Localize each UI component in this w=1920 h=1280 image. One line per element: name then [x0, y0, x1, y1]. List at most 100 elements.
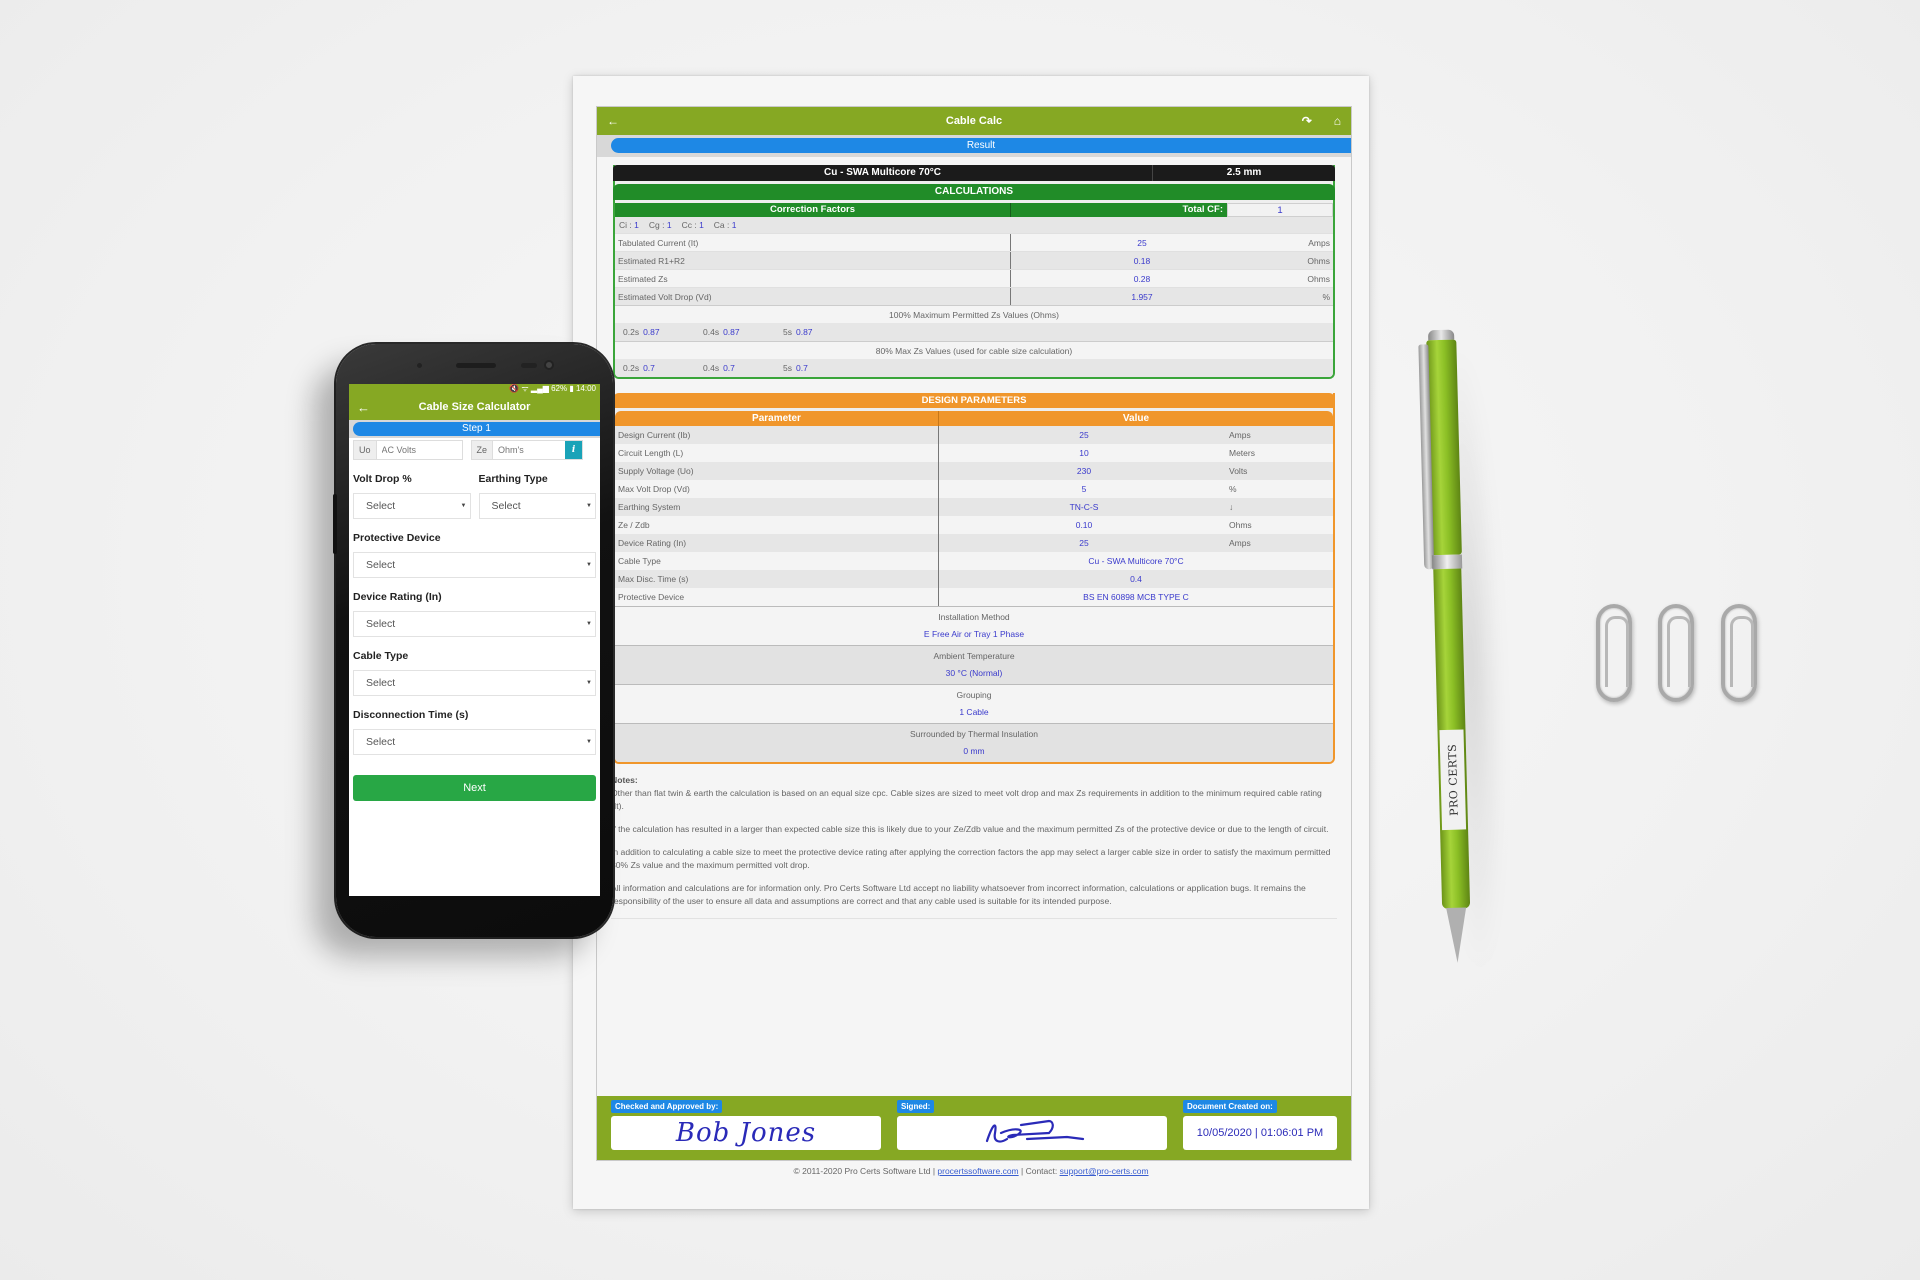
signature-image [985, 1119, 1085, 1143]
design-row-design-current: Design Current (Ib) 25 Amps [615, 426, 1333, 444]
zs80-04s: 0.4s 0.7 [703, 363, 735, 373]
signature-box [897, 1116, 1167, 1150]
email-link[interactable]: support@pro-certs.com [1060, 1166, 1149, 1176]
copyright-text: © 2011-2020 Pro Certs Software Ltd | [793, 1166, 938, 1176]
design-row-supply-voltage: Supply Voltage (Uo) 230 Volts [615, 462, 1333, 480]
design-parameters-panel: DESIGN PARAMETERS Parameter Value Design… [613, 393, 1335, 764]
notes-section: Notes: Other than flat twin & earth the … [611, 774, 1337, 908]
design-row-protective-device: Protective Device BS EN 60898 MCB TYPE C [615, 588, 1333, 606]
phone-screen: 🔇 ᯤ ▂▄▆ 62% ▮ 14:00 ← Cable Size Calcula… [349, 384, 600, 896]
zs100-04s: 0.4s 0.87 [703, 327, 740, 337]
design-row-max-disc-time: Max Disc. Time (s) 0.4 [615, 570, 1333, 588]
calc-row-volt-drop: Estimated Volt Drop (Vd) 1.957 % [615, 287, 1333, 305]
disconnection-time-label: Disconnection Time (s) [353, 709, 469, 721]
chevron-down-icon: ▼ [586, 503, 592, 509]
zs100-title: 100% Maximum Permitted Zs Values (Ohms) [615, 305, 1333, 323]
zs80-02s: 0.2s 0.7 [623, 363, 655, 373]
uo-input[interactable] [376, 441, 462, 459]
note-paragraph: If the calculation has resulted in a lar… [611, 824, 1329, 834]
app-title: Cable Calc [945, 115, 1003, 127]
note-paragraph: Other than flat twin & earth the calcula… [611, 788, 1322, 811]
design-table-header: Parameter Value [615, 411, 1333, 426]
created-label: Document Created on: [1183, 1100, 1277, 1113]
device-rating-select[interactable]: Select ▼ [353, 611, 596, 637]
total-cf-label: Total CF: [1182, 204, 1223, 215]
pen-brand-label: PRO CERTS [1439, 729, 1467, 831]
calc-row-tabulated-current: Tabulated Current (It) 25 Amps [615, 233, 1333, 251]
chevron-down-icon: ▼ [460, 503, 467, 509]
step-progress: Result [597, 135, 1351, 157]
factor-cc: Cc : 1 [681, 220, 704, 230]
note-paragraph: In addition to calculating a cable size … [611, 847, 1331, 870]
next-button[interactable]: Next [353, 775, 596, 801]
uo-addon: Uo [354, 441, 377, 459]
protective-device-select[interactable]: Select ▼ [353, 552, 596, 578]
cable-type-select[interactable]: Select ▼ [353, 670, 596, 696]
paperclip-icon [1596, 604, 1632, 702]
ze-input[interactable] [493, 441, 566, 459]
info-icon[interactable]: i [565, 441, 583, 459]
calculations-panel: Cu - SWA Multicore 70°C 2.5 mm CALCULATI… [613, 165, 1335, 379]
block-thermal-insulation: Surrounded by Thermal Insulation 0 mm [615, 723, 1333, 762]
zs100-5s: 5s 0.87 [783, 327, 813, 337]
zs100-row: 0.2s 0.87 0.4s 0.87 5s 0.87 [615, 323, 1333, 341]
factor-ca: Ca : 1 [713, 220, 737, 230]
note-paragraph: All information and calculations are for… [611, 883, 1306, 906]
approved-name-box: Bob Jones [611, 1116, 881, 1150]
design-row-max-volt-drop: Max Volt Drop (Vd) 5% [615, 480, 1333, 498]
calc-row-r1r2: Estimated R1+R2 0.18 Ohms [615, 251, 1333, 269]
correction-factors-row: Ci : 1 Cg : 1 Cc : 1 Ca : 1 [615, 217, 1333, 233]
pen-ring [1431, 554, 1463, 570]
cable-size: 2.5 mm [1226, 167, 1262, 178]
volt-drop-label: Volt Drop % [353, 473, 412, 485]
design-parameters-title: DESIGN PARAMETERS [613, 393, 1335, 408]
signed-section: Signed: [897, 1100, 1167, 1160]
paperclip-icon [1721, 604, 1757, 702]
design-row-cable-type: Cable Type Cu - SWA Multicore 70°C [615, 552, 1333, 570]
signed-label: Signed: [897, 1100, 935, 1113]
step-label: Result [611, 138, 1351, 153]
paperclip-icon [1658, 604, 1694, 702]
back-arrow-icon[interactable]: ← [607, 114, 619, 128]
factor-cg: Cg : 1 [648, 220, 672, 230]
design-row-ze: Ze / Zdb 0.10 Ohms [615, 516, 1333, 534]
protective-device-label: Protective Device [353, 532, 441, 544]
earthing-type-select[interactable]: Select ▼ [478, 493, 596, 519]
design-row-earthing-system: Earthing System TN-C-S ↓ [615, 498, 1333, 516]
phone-step-label: Step 1 [353, 422, 600, 436]
design-rows: Design Current (Ib) 25 Amps Circuit Length… [615, 426, 1333, 606]
correction-factors-label: Correction Factors [615, 203, 1011, 217]
document-footer: © 2011-2020 Pro Certs Software Ltd | pro… [573, 1166, 1369, 1176]
calc-row-zs: Estimated Zs 0.28 Ohms [615, 269, 1333, 287]
zs80-row: 0.2s 0.7 0.4s 0.7 5s 0.7 [615, 359, 1333, 377]
zs80-5s: 5s 0.7 [783, 363, 808, 373]
phone-voltage-inputs: Uo Ze i [349, 438, 600, 460]
chevron-down-icon: ▼ [586, 739, 592, 745]
total-cf-value: 1 [1227, 203, 1333, 217]
correction-factors-header: Correction Factors Total CF: 1 [615, 203, 1333, 217]
contact-label: | Contact: [1018, 1166, 1060, 1176]
phone-side-button [333, 494, 337, 554]
back-arrow-icon[interactable]: ← [357, 400, 370, 415]
volt-drop-select[interactable]: Select ▼ [353, 493, 471, 519]
cable-calc-report: ← Cable Calc ↷ ⌂ Result Cu - SWA Multico… [596, 106, 1352, 1161]
home-icon[interactable]: ⌂ [1334, 114, 1341, 128]
notes-title: Notes: [611, 775, 638, 785]
undo-icon[interactable]: ↷ [1302, 114, 1312, 128]
cable-result-header: Cu - SWA Multicore 70°C 2.5 mm [613, 165, 1335, 181]
device-rating-label: Device Rating (In) [353, 591, 442, 603]
approved-label: Checked and Approved by: [611, 1100, 723, 1113]
disconnection-time-select[interactable]: Select ▼ [353, 729, 596, 755]
phone-app-header: ← Cable Size Calculator [349, 394, 600, 420]
col-parameter: Parameter [615, 411, 939, 426]
col-value: Value [1122, 413, 1150, 424]
website-link[interactable]: procertssoftware.com [937, 1166, 1018, 1176]
phone-step-progress: Step 1 [349, 420, 600, 438]
design-row-device-rating: Device Rating (In) 25 Amps [615, 534, 1333, 552]
phone-proximity-sensor [521, 363, 537, 368]
phone-sensor-icon [416, 362, 423, 369]
pen-tip [1446, 907, 1468, 963]
chevron-down-icon: ▼ [586, 621, 592, 627]
created-section: Document Created on: 10/05/2020 | 01:06:… [1183, 1100, 1337, 1160]
app-header: ← Cable Calc ↷ ⌂ [597, 107, 1351, 135]
